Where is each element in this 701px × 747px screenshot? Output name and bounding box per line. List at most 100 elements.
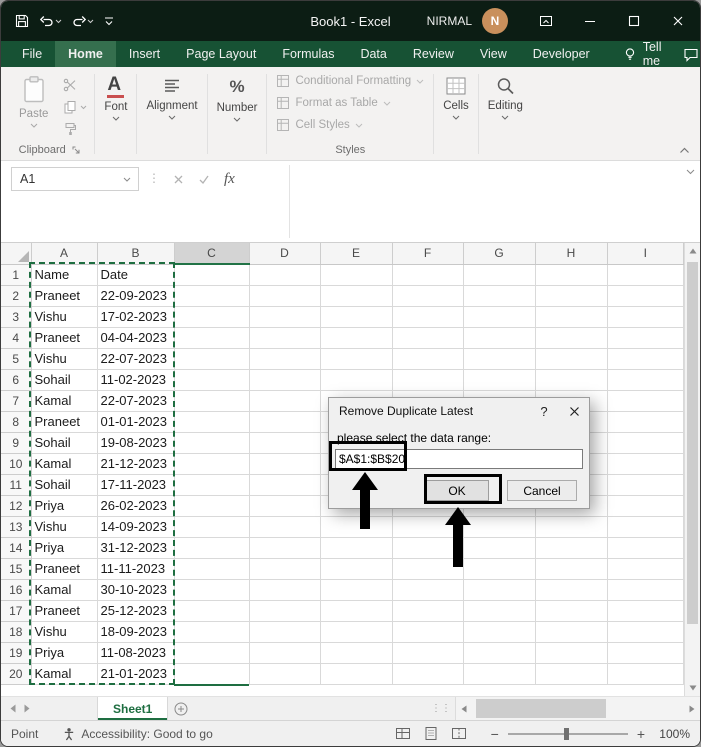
column-header-I[interactable]: I	[607, 243, 684, 265]
number-button[interactable]: % Number	[208, 70, 267, 160]
close-button[interactable]	[656, 1, 700, 41]
grid-cell-I12[interactable]	[607, 495, 684, 517]
grid-cell-C18[interactable]	[174, 621, 250, 643]
horizontal-scrollbar[interactable]	[455, 697, 700, 720]
grid-cell-C16[interactable]	[174, 579, 250, 601]
row-header-17[interactable]: 17	[1, 600, 32, 622]
dialog-launcher-icon[interactable]	[71, 145, 81, 155]
row-header-9[interactable]: 9	[1, 432, 32, 454]
grid-cell-C4[interactable]	[174, 327, 250, 349]
grid-cell-E6[interactable]	[320, 369, 393, 391]
grid-cell-F15[interactable]	[392, 558, 464, 580]
grid-cell-E17[interactable]	[320, 600, 393, 622]
grid-cell-I20[interactable]	[607, 663, 684, 685]
zoom-in-button[interactable]: +	[637, 727, 645, 741]
vertical-scroll-thumb[interactable]	[687, 262, 698, 625]
row-header-19[interactable]: 19	[1, 642, 32, 664]
grid-cell-F3[interactable]	[392, 306, 464, 328]
redo-button[interactable]	[68, 6, 97, 36]
column-header-H[interactable]: H	[535, 243, 608, 265]
grid-cell-H13[interactable]	[535, 516, 608, 538]
undo-button[interactable]	[36, 6, 65, 36]
maximize-button[interactable]	[612, 1, 656, 41]
grid-cell-E1[interactable]	[320, 264, 393, 286]
grid-cell-I7[interactable]	[607, 390, 684, 412]
grid-cell-E19[interactable]	[320, 642, 393, 664]
page-break-preview-icon[interactable]	[451, 726, 467, 741]
cancel-entry-icon[interactable]	[173, 174, 184, 185]
grid-cell-A11[interactable]: Sohail	[31, 474, 98, 496]
grid-cell-E14[interactable]	[320, 537, 393, 559]
grid-cell-G2[interactable]	[463, 285, 536, 307]
normal-view-icon[interactable]	[395, 726, 411, 741]
grid-cell-A9[interactable]: Sohail	[31, 432, 98, 454]
formula-bar-grip-icon[interactable]: ⋮	[148, 171, 160, 185]
grid-cell-F19[interactable]	[392, 642, 464, 664]
grid-cell-H5[interactable]	[535, 348, 608, 370]
row-header-18[interactable]: 18	[1, 621, 32, 643]
row-header-11[interactable]: 11	[1, 474, 32, 496]
grid-cell-A10[interactable]: Kamal	[31, 453, 98, 475]
grid-cell-C17[interactable]	[174, 600, 250, 622]
tab-view[interactable]: View	[467, 41, 520, 67]
grid-cell-B16[interactable]: 30-10-2023	[97, 579, 175, 601]
tell-me-button[interactable]: Tell me	[617, 40, 668, 68]
grid-cell-H1[interactable]	[535, 264, 608, 286]
row-header-15[interactable]: 15	[1, 558, 32, 580]
grid-cell-B18[interactable]: 18-09-2023	[97, 621, 175, 643]
grid-cell-I15[interactable]	[607, 558, 684, 580]
accessibility-status[interactable]: Accessibility: Good to go	[62, 727, 213, 741]
grid-cell-E16[interactable]	[320, 579, 393, 601]
grid-cell-H4[interactable]	[535, 327, 608, 349]
copy-button[interactable]	[61, 99, 89, 115]
grid-cell-B14[interactable]: 31-12-2023	[97, 537, 175, 559]
vertical-scrollbar[interactable]	[684, 243, 700, 696]
grid-cell-B17[interactable]: 25-12-2023	[97, 600, 175, 622]
row-header-1[interactable]: 1	[1, 264, 32, 286]
grid-cell-I10[interactable]	[607, 453, 684, 475]
row-header-20[interactable]: 20	[1, 663, 32, 685]
grid-cell-G18[interactable]	[463, 621, 536, 643]
grid-cell-G15[interactable]	[463, 558, 536, 580]
column-header-G[interactable]: G	[463, 243, 536, 265]
grid-cell-G13[interactable]	[463, 516, 536, 538]
row-header-5[interactable]: 5	[1, 348, 32, 370]
enter-entry-icon[interactable]	[198, 174, 210, 185]
tab-formulas[interactable]: Formulas	[269, 41, 347, 67]
grid-cell-C9[interactable]	[174, 432, 250, 454]
grid-cell-A8[interactable]: Praneet	[31, 411, 98, 433]
formula-bar-expand-icon[interactable]	[686, 169, 695, 175]
grid-cell-C5[interactable]	[174, 348, 250, 370]
grid-cell-A13[interactable]: Vishu	[31, 516, 98, 538]
grid-cell-I19[interactable]	[607, 642, 684, 664]
grid-cell-C20[interactable]	[174, 663, 250, 685]
grid-cell-B5[interactable]: 22-07-2023	[97, 348, 175, 370]
grid-cell-C8[interactable]	[174, 411, 250, 433]
formula-input[interactable]	[293, 165, 680, 238]
cancel-button[interactable]: Cancel	[507, 480, 577, 501]
zoom-level[interactable]: 100%	[654, 727, 690, 741]
grid-cell-C15[interactable]	[174, 558, 250, 580]
grid-cell-I2[interactable]	[607, 285, 684, 307]
grid-cell-G16[interactable]	[463, 579, 536, 601]
grid-cell-D17[interactable]	[249, 600, 321, 622]
grid-cell-G1[interactable]	[463, 264, 536, 286]
cell-styles-button[interactable]: Cell Styles	[272, 114, 366, 136]
vertical-scroll-track[interactable]	[685, 259, 700, 680]
tab-data[interactable]: Data	[347, 41, 399, 67]
row-header-16[interactable]: 16	[1, 579, 32, 601]
horizontal-scroll-track[interactable]	[472, 697, 684, 720]
grid-cell-F16[interactable]	[392, 579, 464, 601]
format-painter-button[interactable]	[61, 121, 89, 137]
column-header-C[interactable]: C	[174, 243, 250, 265]
grid-cell-A17[interactable]: Praneet	[31, 600, 98, 622]
row-header-10[interactable]: 10	[1, 453, 32, 475]
grid-cell-A14[interactable]: Priya	[31, 537, 98, 559]
grid-cell-B11[interactable]: 17-11-2023	[97, 474, 175, 496]
grid-cell-F18[interactable]	[392, 621, 464, 643]
grid-cell-A16[interactable]: Kamal	[31, 579, 98, 601]
ribbon-display-options-button[interactable]	[524, 1, 568, 41]
grid-cell-C3[interactable]	[174, 306, 250, 328]
grid-cell-B1[interactable]: Date	[97, 264, 175, 286]
customize-quick-access-button[interactable]	[100, 6, 118, 36]
